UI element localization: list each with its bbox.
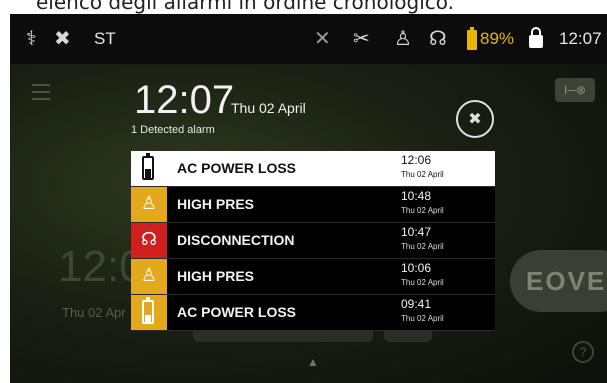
alarm-time: 12:06 [401,153,432,167]
alarm-row[interactable]: AC POWER LOSS 12:06 Thu 02 April [131,151,495,187]
alarm-panel-date: Thu 02 April [231,100,306,116]
alarm-count: 1 Detected alarm [131,124,215,136]
menu-icon[interactable] [32,84,50,100]
lock-icon[interactable] [529,27,543,48]
alarm-time: 10:48 [401,189,432,203]
alarm-mute-icon: ✖ [468,109,482,128]
alarm-row[interactable]: ♙ HIGH PRES 10:06 Thu 02 April [131,259,495,295]
ventilator-screen: ⚕ ✖ ST ✕ ✂ ♙ ☊ 89% 12:07 I─⊗ 12:0 Thu 02… [10,14,607,383]
tools-icon: ✂ [353,26,370,50]
alarm-row[interactable]: ♙ HIGH PRES 10:48 Thu 02 April [131,187,495,223]
alarm-date: Thu 02 April [401,206,444,215]
status-mode-label: ST [94,29,116,48]
mask-icon: ☊ [429,26,447,50]
alarm-row[interactable]: ☊ DISCONNECTION 10:47 Thu 02 April [131,223,495,259]
status-bar: ⚕ ✖ ST ✕ ✂ ♙ ☊ 89% 12:07 [10,14,607,64]
battery-icon [131,151,167,186]
caption-text: elenco degli allarmi in ordine cronologi… [36,0,454,14]
alarm-date: Thu 02 April [401,314,444,323]
help-icon[interactable]: ? [572,341,594,363]
alarm-date: Thu 02 April [401,170,444,179]
alarm-row[interactable]: AC POWER LOSS 09:41 Thu 02 April [131,295,495,331]
alarm-date: Thu 02 April [401,242,444,251]
alarm-date: Thu 02 April [401,278,444,287]
patient-icon: ♙ [131,187,167,222]
background-date: Thu 02 Apr [62,305,126,320]
standby-button[interactable]: I─⊗ [555,78,595,102]
patient-icon: ♙ [131,259,167,294]
alarm-time: 09:41 [401,297,432,311]
chevron-up-icon[interactable]: ▲ [307,355,319,369]
alarm-label: HIGH PRES [177,196,255,212]
alarm-mute-status-icon: ✕ [314,26,331,50]
patient-type-icon: ⚕ [26,26,37,50]
alarm-label: AC POWER LOSS [177,160,297,176]
alarm-label: DISCONNECTION [177,232,295,248]
battery-icon [131,295,167,330]
disconnection-icon: ☊ [131,223,167,258]
battery-percent: 89% [480,29,515,48]
status-clock: 12:07 [559,29,602,48]
alarm-off-icon: ✖ [54,26,71,50]
alarm-label: HIGH PRES [177,268,255,284]
brand-logo: EOVE [510,250,607,312]
alarm-panel-time: 12:07 [134,78,235,122]
alarm-list: AC POWER LOSS 12:06 Thu 02 April ♙ HIGH … [131,151,495,331]
document-caption: elenco degli allarmi in ordine cronologi… [0,0,607,14]
alarm-time: 10:06 [401,261,432,275]
alarm-time: 10:47 [401,225,432,239]
alarm-label: AC POWER LOSS [177,304,297,320]
battery-icon [467,27,477,50]
patient-status-icon: ♙ [394,26,412,50]
alarm-mute-button[interactable]: ✖ [456,100,494,138]
